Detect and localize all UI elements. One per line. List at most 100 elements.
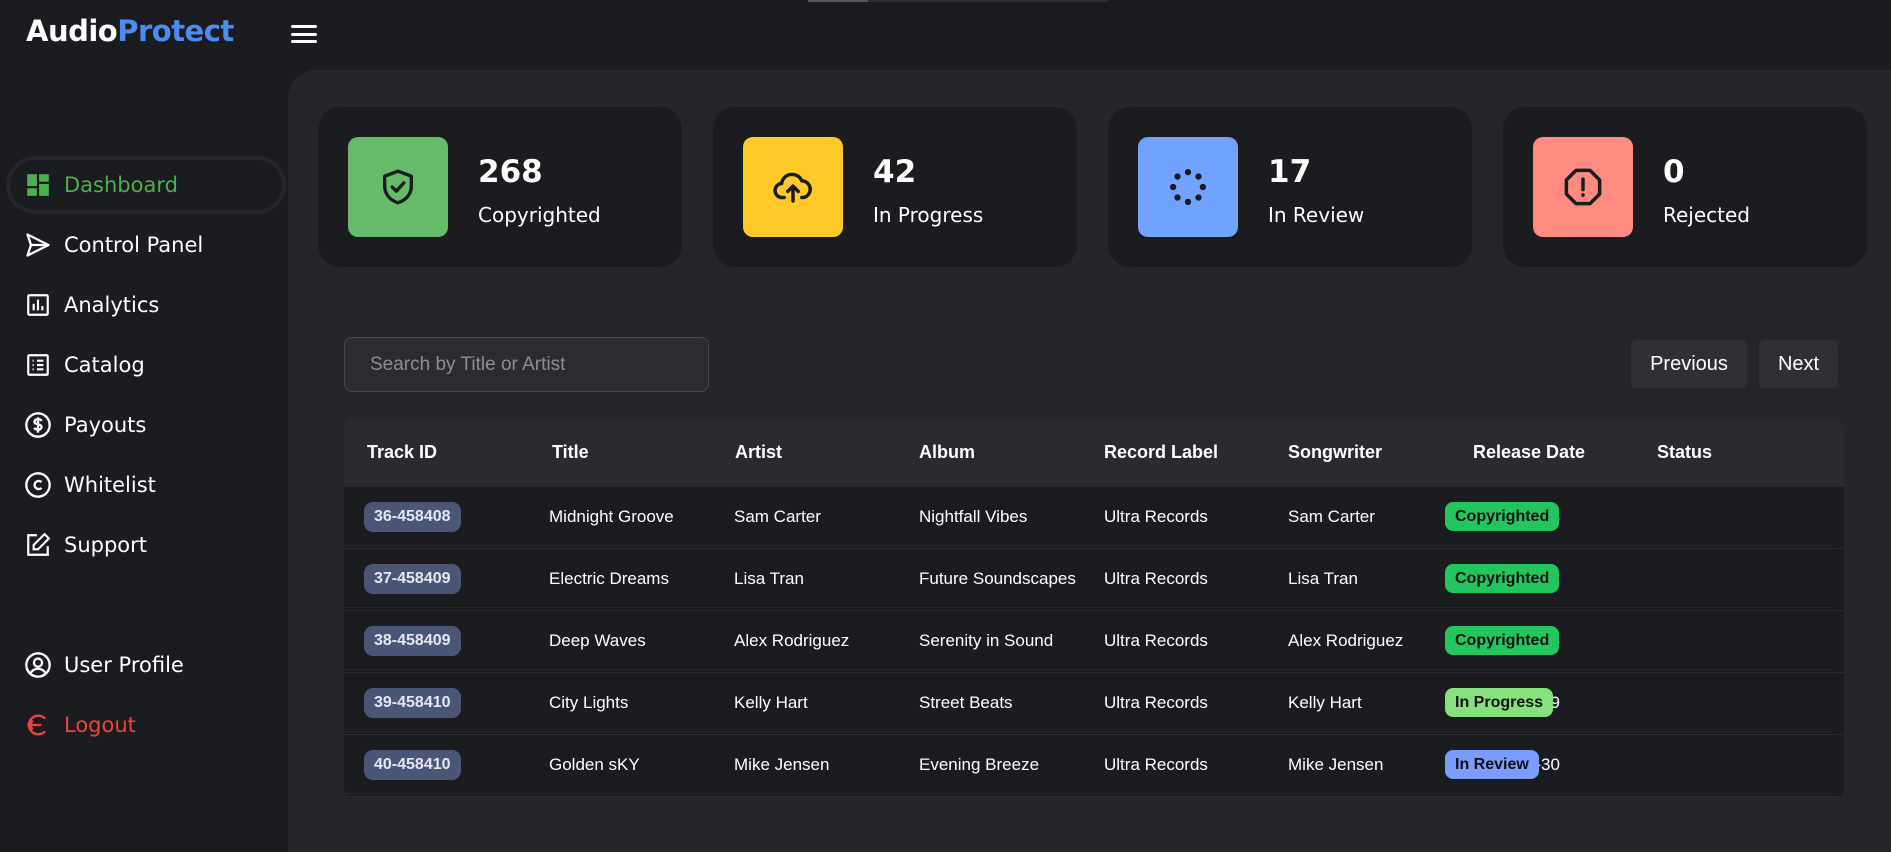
cell-album: Serenity in Sound [919, 631, 1054, 650]
column-header-record-label[interactable]: Record Label [1104, 442, 1218, 463]
table-row[interactable]: 36-458408 Midnight Groove Sam Carter Nig… [344, 487, 1844, 549]
sidebar-item-label: User Profile [64, 653, 184, 677]
logo-part-protect: Protect [117, 14, 234, 48]
table-row[interactable]: 38-458409 Deep Waves Alex Rodriguez Sere… [344, 611, 1844, 673]
cell-record-label: Ultra Records [1104, 631, 1208, 650]
main-content: 268 Copyrighted 42 In Progress 17 In Rev… [288, 70, 1891, 852]
sidebar-item-whitelist[interactable]: Whitelist [10, 460, 282, 510]
sidebar-item-label: Logout [64, 713, 136, 737]
sidebar-item-user-profile[interactable]: User Profile [10, 640, 282, 690]
sidebar-item-label: Payouts [64, 413, 147, 437]
edit-icon [24, 531, 52, 559]
table-row[interactable]: 37-458409 Electric Dreams Lisa Tran Futu… [344, 549, 1844, 611]
stat-card-rejected[interactable]: 0 Rejected [1503, 107, 1867, 267]
alert-octagon-icon [1533, 137, 1633, 237]
stat-label: Copyrighted [478, 203, 601, 227]
track-id-badge: 39-458410 [364, 688, 461, 718]
column-header-artist[interactable]: Artist [735, 442, 782, 463]
cell-artist: Lisa Tran [734, 569, 804, 588]
cell-album: Street Beats [919, 693, 1013, 712]
cell-title: Midnight Groove [549, 507, 674, 526]
sidebar-item-logout[interactable]: Logout [10, 700, 282, 750]
sidebar-item-payouts[interactable]: Payouts [10, 400, 282, 450]
sidebar-item-control-panel[interactable]: Control Panel [10, 220, 282, 270]
sidebar-item-label: Whitelist [64, 473, 156, 497]
scroll-indicator [808, 0, 1108, 2]
sidebar-item-label: Dashboard [64, 173, 178, 197]
status-badge: In Progress [1445, 688, 1554, 717]
sidebar-item-label: Support [64, 533, 148, 557]
cell-record-label: Ultra Records [1104, 507, 1208, 526]
cloud-upload-icon [743, 137, 843, 237]
sidebar-item-analytics[interactable]: Analytics [10, 280, 282, 330]
cell-artist: Sam Carter [734, 507, 821, 526]
stat-label: Rejected [1663, 203, 1751, 227]
cell-album: Nightfall Vibes [919, 507, 1028, 526]
cell-album: Future Soundscapes [919, 569, 1076, 588]
logo-part-audio: Audio [26, 14, 118, 48]
cell-artist: Alex Rodriguez [734, 631, 850, 650]
previous-button[interactable]: Previous [1631, 340, 1747, 388]
tracks-table: Track ID Title Artist Album Record Label… [344, 420, 1844, 797]
cell-title: City Lights [549, 693, 629, 712]
column-header-track-id[interactable]: Track ID [367, 442, 437, 463]
status-badge: Copyrighted [1445, 626, 1560, 655]
stat-card-in-review[interactable]: 17 In Review [1108, 107, 1472, 267]
cell-songwriter: Sam Carter [1288, 507, 1375, 526]
sidebar-item-catalog[interactable]: Catalog [10, 340, 282, 390]
stat-card-copyrighted[interactable]: 268 Copyrighted [318, 107, 682, 267]
cell-songwriter: Alex Rodriguez [1288, 631, 1404, 650]
dashboard-icon [24, 171, 52, 199]
menu-toggle-icon[interactable] [290, 22, 318, 46]
chart-icon [24, 291, 52, 319]
table-header: Track ID Title Artist Album Record Label… [344, 420, 1844, 487]
copyright-icon [24, 471, 52, 499]
logout-icon [24, 711, 52, 739]
stat-value: 17 [1268, 154, 1312, 190]
stat-value: 42 [873, 154, 917, 190]
cell-title: Electric Dreams [549, 569, 669, 588]
stat-value: 0 [1663, 154, 1685, 190]
app-logo[interactable]: AudioProtect [26, 14, 234, 48]
cell-album: Evening Breeze [919, 755, 1040, 774]
sidebar-item-label: Control Panel [64, 233, 204, 257]
send-icon [24, 231, 52, 259]
cell-record-label: Ultra Records [1104, 569, 1208, 588]
table-row[interactable]: 39-458410 City Lights Kelly Hart Street … [344, 673, 1844, 735]
track-id-badge: 38-458409 [364, 626, 461, 656]
column-header-status[interactable]: Status [1657, 442, 1712, 463]
cell-title: Golden sKY [549, 755, 640, 774]
stat-label: In Review [1268, 203, 1365, 227]
column-header-release-date[interactable]: Release Date [1473, 442, 1585, 463]
user-icon [24, 651, 52, 679]
sidebar-item-label: Catalog [64, 353, 145, 377]
sidebar-item-dashboard[interactable]: Dashboard [10, 160, 282, 210]
sidebar-item-label: Analytics [64, 293, 160, 317]
track-id-badge: 37-458409 [364, 564, 461, 594]
cell-songwriter: Kelly Hart [1288, 693, 1362, 712]
next-button[interactable]: Next [1759, 340, 1838, 388]
status-badge: Copyrighted [1445, 564, 1560, 593]
sidebar: Dashboard Control Panel Analytics Catalo… [0, 70, 288, 852]
shield-check-icon [348, 137, 448, 237]
stat-value: 268 [478, 154, 543, 190]
column-header-album[interactable]: Album [919, 442, 975, 463]
track-id-badge: 36-458408 [364, 502, 461, 532]
cell-title: Deep Waves [549, 631, 646, 650]
stat-label: In Progress [873, 203, 984, 227]
column-header-title[interactable]: Title [552, 442, 589, 463]
loader-icon [1138, 137, 1238, 237]
status-badge: Copyrighted [1445, 502, 1560, 531]
track-id-badge: 40-458410 [364, 750, 461, 780]
list-icon [24, 351, 52, 379]
cell-record-label: Ultra Records [1104, 693, 1208, 712]
cell-songwriter: Lisa Tran [1288, 569, 1358, 588]
stat-card-in-progress[interactable]: 42 In Progress [713, 107, 1077, 267]
column-header-songwriter[interactable]: Songwriter [1288, 442, 1382, 463]
cell-artist: Mike Jensen [734, 755, 830, 774]
cell-artist: Kelly Hart [734, 693, 808, 712]
search-input[interactable] [344, 337, 709, 392]
cell-record-label: Ultra Records [1104, 755, 1208, 774]
sidebar-item-support[interactable]: Support [10, 520, 282, 570]
table-row[interactable]: 40-458410 Golden sKY Mike Jensen Evening… [344, 735, 1844, 797]
